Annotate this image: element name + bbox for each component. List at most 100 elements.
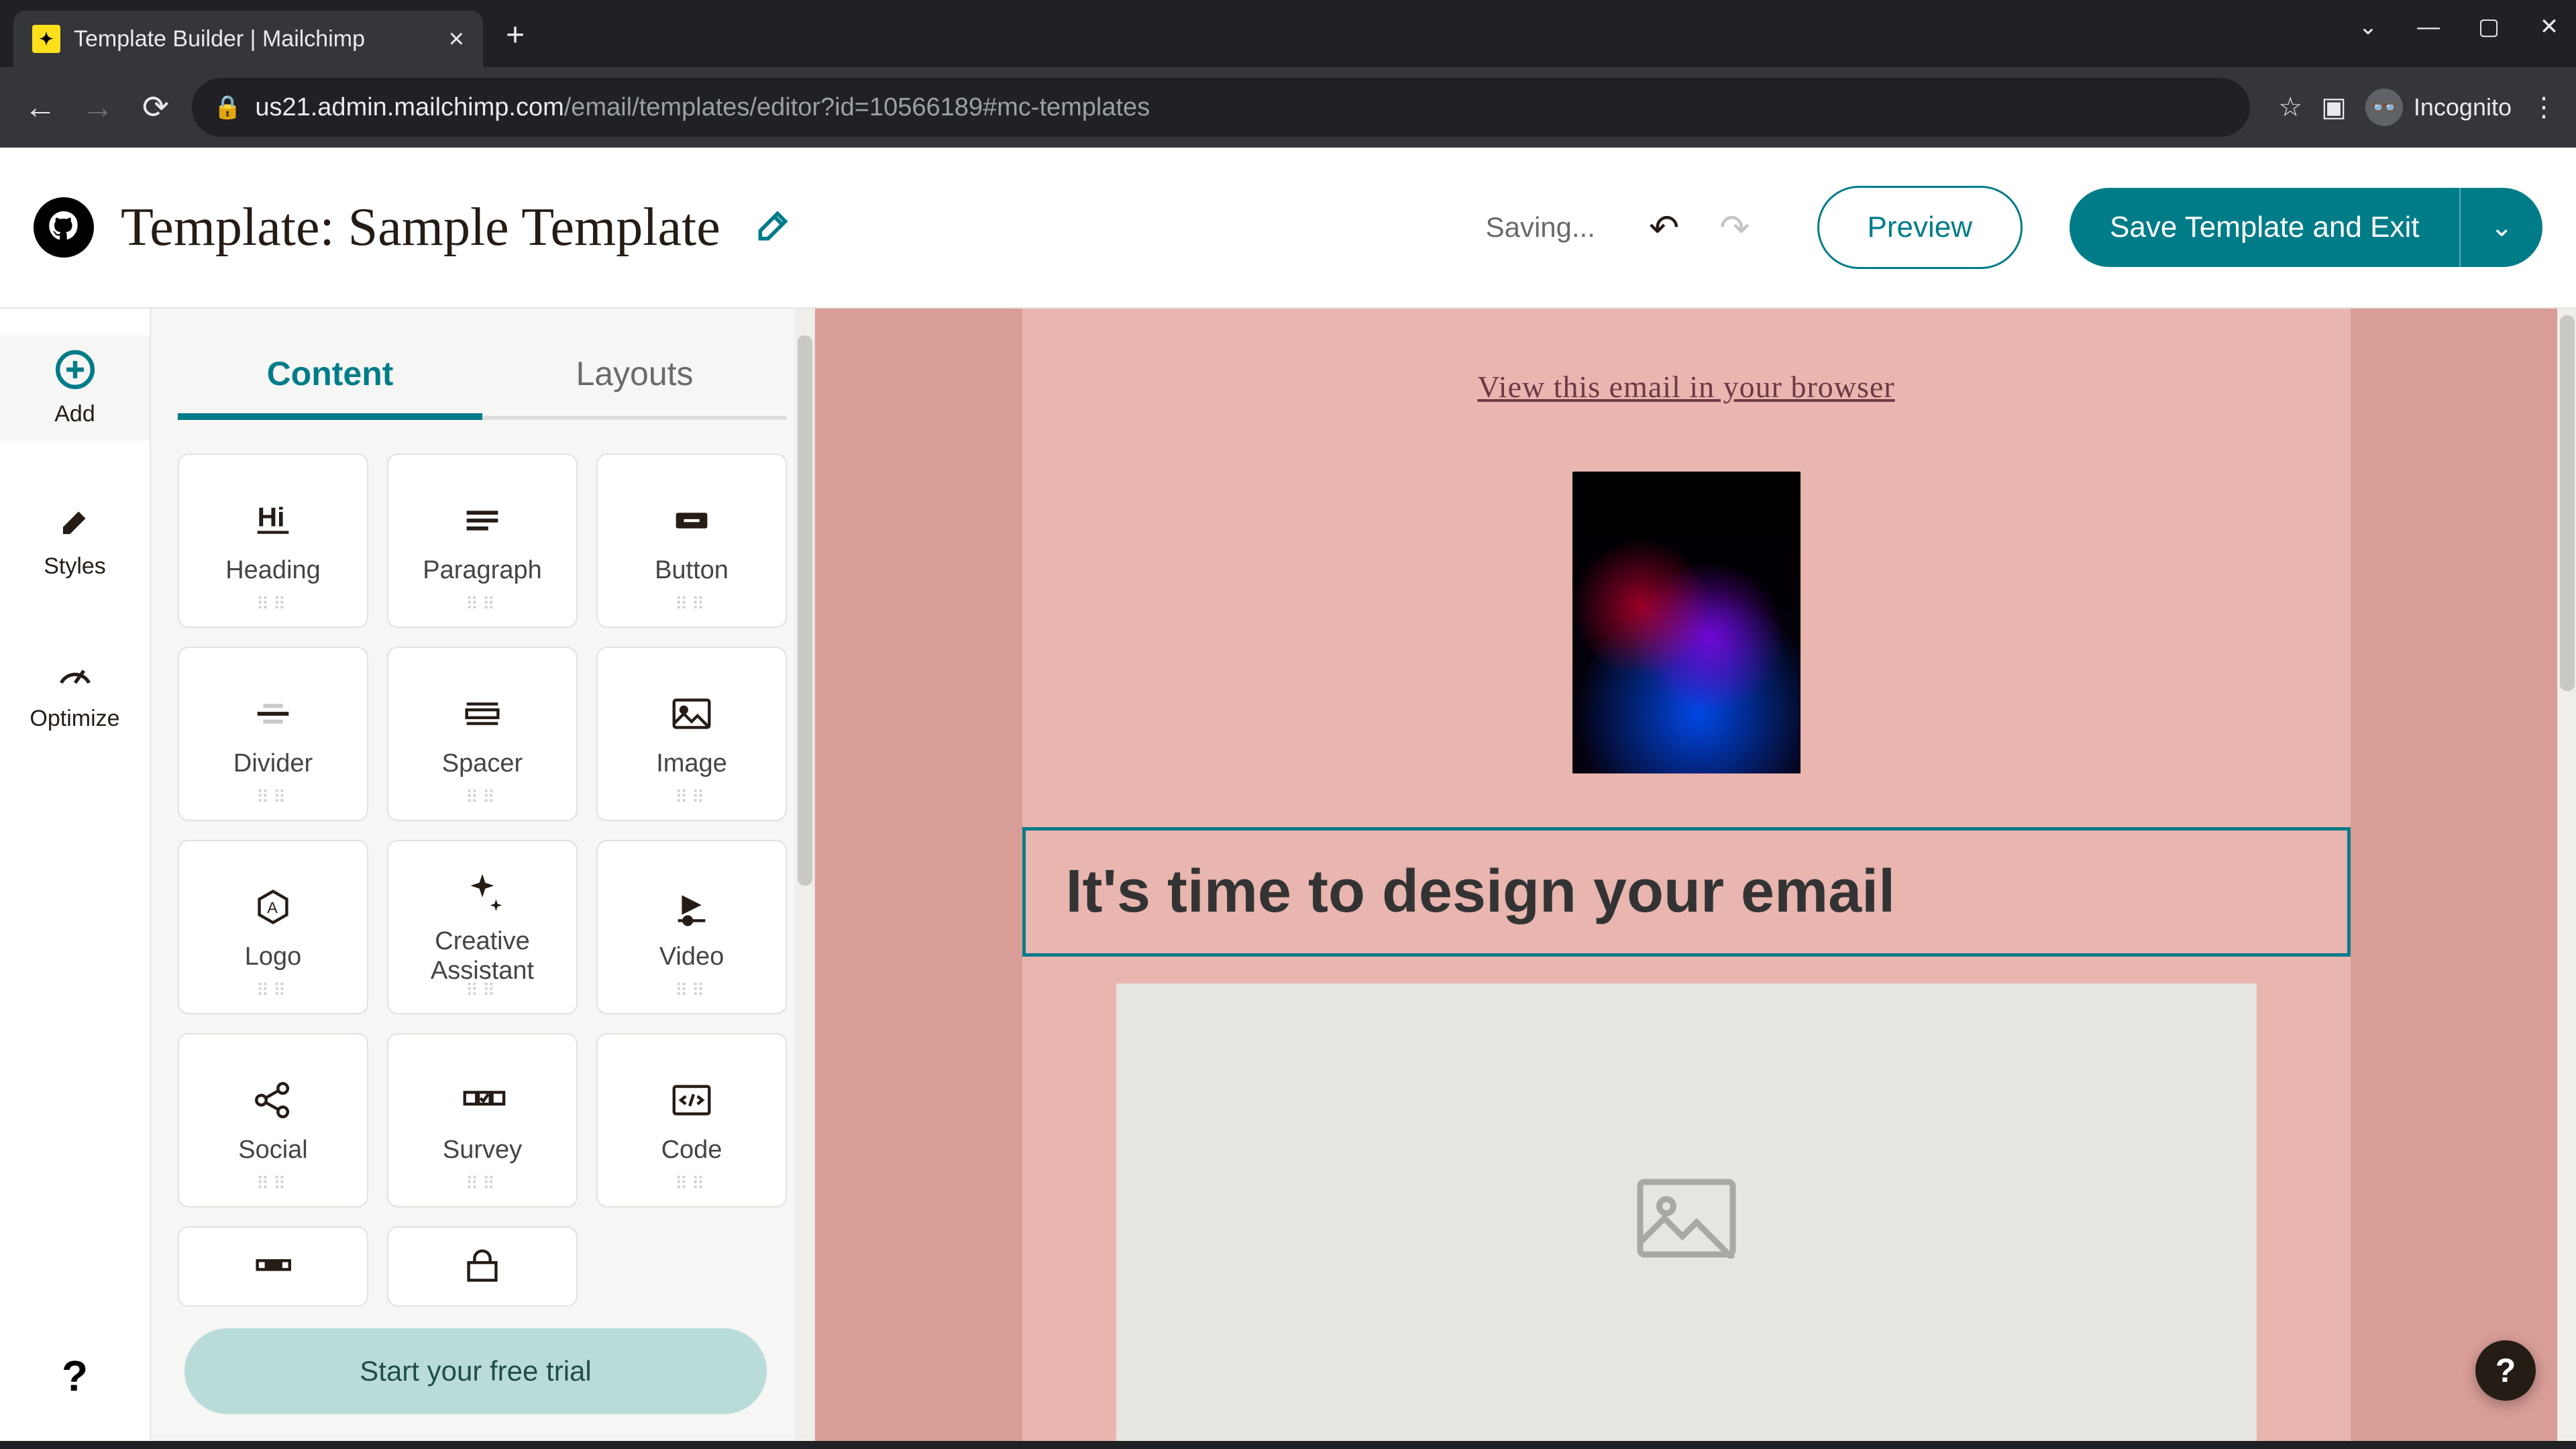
block-social[interactable]: Social ⠿⠿ bbox=[178, 1033, 368, 1208]
block-label: Survey bbox=[443, 1136, 522, 1165]
undo-button[interactable]: ↶ bbox=[1649, 207, 1679, 249]
sidebar: Content Layouts Hi Heading ⠿⠿ Paragraph … bbox=[151, 309, 815, 1441]
block-label: Divider bbox=[233, 749, 313, 778]
save-button[interactable]: Save Template and Exit bbox=[2070, 188, 2459, 267]
email-heading-block-selected[interactable]: It's time to design your email bbox=[1022, 827, 2351, 957]
product-icon bbox=[459, 1243, 506, 1290]
grip-icon: ⠿⠿ bbox=[675, 594, 708, 614]
incognito-label: Incognito bbox=[2414, 93, 2512, 121]
block-partial-2[interactable] bbox=[387, 1226, 578, 1307]
grip-icon: ⠿⠿ bbox=[466, 787, 499, 808]
paragraph-icon bbox=[459, 497, 506, 544]
help-fab-button[interactable]: ? bbox=[2475, 1340, 2536, 1401]
forward-button[interactable]: → bbox=[76, 86, 119, 129]
video-icon bbox=[668, 883, 715, 930]
grip-icon: ⠿⠿ bbox=[256, 1173, 290, 1194]
rail-optimize[interactable]: Optimize bbox=[0, 640, 150, 745]
email-image-placeholder-block[interactable] bbox=[1116, 983, 2257, 1441]
bookmark-icon[interactable]: ☆ bbox=[2278, 92, 2302, 123]
canvas-scrollbar[interactable] bbox=[2557, 309, 2576, 1441]
incognito-icon: 👓 bbox=[2365, 89, 2403, 126]
sidebar-scrollbar-thumb[interactable] bbox=[798, 335, 812, 885]
favicon-icon: ✦ bbox=[32, 25, 60, 53]
app-header: Template: Sample Template Saving... ↶ ↷ … bbox=[0, 148, 2576, 309]
save-button-group: Save Template and Exit ⌄ bbox=[2070, 188, 2542, 267]
browser-tab[interactable]: ✦ Template Builder | Mailchimp × bbox=[13, 11, 483, 67]
grip-icon: ⠿⠿ bbox=[466, 980, 499, 1001]
start-trial-button[interactable]: Start your free trial bbox=[184, 1328, 767, 1414]
block-label: Code bbox=[661, 1136, 722, 1165]
url-input[interactable]: 🔒 us21.admin.mailchimp.com/email/templat… bbox=[192, 78, 2250, 137]
email-heading-text: It's time to design your email bbox=[1066, 857, 2307, 926]
gauge-icon bbox=[54, 653, 96, 695]
grip-icon: ⠿⠿ bbox=[675, 1173, 708, 1194]
email-image-block[interactable] bbox=[1572, 472, 1801, 773]
paint-icon bbox=[54, 501, 96, 543]
view-in-browser-link[interactable]: View this email in your browser bbox=[1477, 370, 1894, 404]
block-label: Creative Assistant bbox=[388, 927, 576, 985]
window-maximize[interactable]: ▢ bbox=[2475, 13, 2502, 40]
sidebar-tabs: Content Layouts bbox=[151, 309, 814, 420]
grip-icon: ⠿⠿ bbox=[256, 787, 290, 808]
preview-button[interactable]: Preview bbox=[1817, 186, 2023, 269]
extensions-icon[interactable]: ▣ bbox=[2321, 92, 2347, 123]
tab-search-icon[interactable]: ⌄ bbox=[2355, 13, 2381, 40]
svg-text:A: A bbox=[267, 898, 278, 916]
save-dropdown-button[interactable]: ⌄ bbox=[2459, 188, 2542, 267]
window-minimize[interactable]: ― bbox=[2415, 14, 2442, 40]
blocks-panel[interactable]: Hi Heading ⠿⠿ Paragraph ⠿⠿ Button ⠿⠿ bbox=[151, 420, 814, 1441]
block-logo[interactable]: A Logo ⠿⠿ bbox=[178, 840, 368, 1014]
canvas-scrollbar-thumb[interactable] bbox=[2560, 315, 2575, 691]
undo-redo-group: ↶ ↷ bbox=[1649, 207, 1750, 249]
block-label: Heading bbox=[225, 556, 321, 585]
grip-icon: ⠿⠿ bbox=[256, 980, 290, 1001]
left-rail: Add Styles Optimize ? bbox=[0, 309, 151, 1441]
reload-button[interactable]: ⟳ bbox=[134, 86, 177, 129]
block-partial-1[interactable] bbox=[178, 1226, 368, 1307]
block-button[interactable]: Button ⠿⠿ bbox=[596, 453, 787, 628]
tab-close-icon[interactable]: × bbox=[449, 25, 464, 52]
block-survey[interactable]: Survey ⠿⠿ bbox=[387, 1033, 578, 1208]
redo-button[interactable]: ↷ bbox=[1719, 207, 1750, 249]
url-host: us21.admin.mailchimp.com bbox=[255, 93, 564, 121]
kebab-menu-icon[interactable]: ⋮ bbox=[2530, 92, 2557, 123]
sparkle-icon bbox=[459, 868, 506, 915]
block-creative-assistant[interactable]: Creative Assistant ⠿⠿ bbox=[387, 840, 578, 1014]
block-code[interactable]: Code ⠿⠿ bbox=[596, 1033, 787, 1208]
grip-icon: ⠿⠿ bbox=[256, 594, 290, 614]
block-video[interactable]: Video ⠿⠿ bbox=[596, 840, 787, 1014]
new-tab-button[interactable]: + bbox=[496, 16, 534, 54]
rail-add[interactable]: Add bbox=[0, 335, 150, 441]
block-divider[interactable]: Divider ⠿⠿ bbox=[178, 647, 368, 821]
image-icon bbox=[668, 690, 715, 737]
block-label: Social bbox=[238, 1136, 308, 1165]
window-close[interactable]: ✕ bbox=[2536, 13, 2563, 40]
tab-content[interactable]: Content bbox=[178, 329, 482, 420]
back-button[interactable]: ← bbox=[19, 86, 62, 129]
mailchimp-logo[interactable] bbox=[34, 197, 94, 258]
block-spacer[interactable]: Spacer ⠿⠿ bbox=[387, 647, 578, 821]
email-canvas[interactable]: View this email in your browser It's tim… bbox=[815, 309, 2576, 1441]
block-heading[interactable]: Hi Heading ⠿⠿ bbox=[178, 453, 368, 628]
incognito-indicator[interactable]: 👓 Incognito bbox=[2365, 89, 2512, 126]
survey-icon bbox=[459, 1077, 506, 1124]
saving-status: Saving... bbox=[1486, 211, 1595, 244]
block-image[interactable]: Image ⠿⠿ bbox=[596, 647, 787, 821]
divider-icon bbox=[250, 690, 297, 737]
image-placeholder-icon bbox=[1636, 1178, 1737, 1258]
block-paragraph[interactable]: Paragraph ⠿⠿ bbox=[387, 453, 578, 628]
edit-title-button[interactable] bbox=[754, 207, 792, 248]
logo-icon: A bbox=[250, 883, 297, 930]
email-background: View this email in your browser It's tim… bbox=[815, 309, 2557, 1441]
browser-chrome: ⌄ ― ▢ ✕ ✦ Template Builder | Mailchimp ×… bbox=[0, 0, 2576, 148]
rail-help-button[interactable]: ? bbox=[62, 1351, 88, 1401]
url-path: /email/templates/editor?id=10566189#mc-t… bbox=[564, 93, 1150, 121]
heading-icon: Hi bbox=[250, 497, 297, 544]
view-in-browser-block[interactable]: View this email in your browser bbox=[1022, 309, 2351, 451]
rail-styles[interactable]: Styles bbox=[0, 488, 150, 593]
tab-layouts[interactable]: Layouts bbox=[482, 329, 787, 420]
grip-icon: ⠿⠿ bbox=[466, 594, 499, 614]
sidebar-scrollbar[interactable] bbox=[795, 309, 814, 1441]
email-body[interactable]: View this email in your browser It's tim… bbox=[1022, 309, 2351, 1441]
spacer-icon bbox=[459, 690, 506, 737]
